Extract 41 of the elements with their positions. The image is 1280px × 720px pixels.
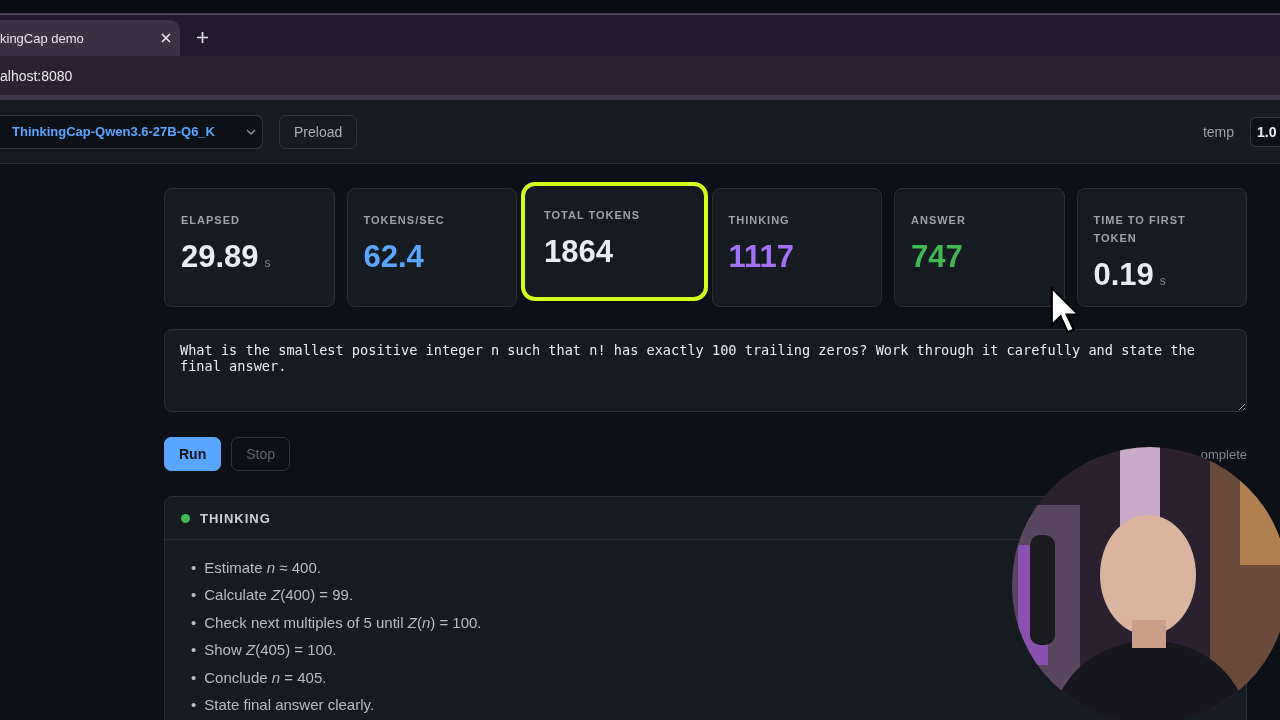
run-button[interactable]: Run xyxy=(164,437,222,471)
thinking-step: Check next multiples of 5 until Z(n) = 100. xyxy=(204,608,482,637)
temp-field[interactable]: 1.0 xyxy=(1250,116,1280,147)
plus-icon[interactable] xyxy=(196,31,209,44)
close-icon[interactable] xyxy=(160,32,172,44)
stat-label: TIME TO FIRST TOKEN xyxy=(1093,213,1187,246)
chevron-icon xyxy=(246,128,256,135)
unit-label: s xyxy=(1159,274,1166,288)
prompt-field[interactable]: What is the smallest positive integer n such that n! has exactly 100 trailing zeros? Work through it carefully and state the final answer. xyxy=(164,329,1247,412)
stat-value: 62.4 xyxy=(363,239,424,275)
model-select[interactable]: ThinkingCap-Qwen3.6-27B-Q6_K xyxy=(0,114,263,149)
bullet: • xyxy=(191,667,197,688)
bullet: • xyxy=(191,585,197,606)
unit-label: s xyxy=(264,256,271,270)
stat-value: 0.19 xyxy=(1093,257,1154,293)
thinking-step: Show Z(405) = 100. xyxy=(204,636,337,664)
browser-tab[interactable]: kingCap demo xyxy=(0,20,180,56)
stat-value: 1117 xyxy=(728,239,795,275)
stat-value: 1864 xyxy=(544,234,613,270)
bullet: • xyxy=(191,640,197,661)
preload-button[interactable]: Preload xyxy=(279,114,358,149)
thinking-step: Conclude n = 405. xyxy=(204,663,327,692)
thinking-step: Estimate n ≈ 400. xyxy=(204,554,321,582)
bullet: • xyxy=(191,558,197,578)
cursor-icon xyxy=(1050,286,1080,336)
address-field[interactable]: alhost:8080 xyxy=(0,67,73,84)
stat-label: THINKING xyxy=(728,213,791,228)
stat-label: ANSWER xyxy=(911,213,967,228)
panel-title: THINKING xyxy=(200,510,271,526)
stat-label: TOKENS/SEC xyxy=(363,213,446,228)
stat-label: TOTAL TOKENS xyxy=(544,208,642,223)
temp-label: temp xyxy=(1202,123,1234,140)
status-text: omplete xyxy=(1200,446,1247,462)
tab-title: kingCap demo xyxy=(0,30,84,46)
thinking-step: State final answer clearly. xyxy=(204,691,375,719)
bullet: • xyxy=(191,612,197,633)
stat-value: 29.89 xyxy=(181,239,259,275)
stat-value: 747 xyxy=(911,239,963,275)
bullet: • xyxy=(191,695,197,716)
stat-label: ELAPSED xyxy=(181,213,241,228)
thinking-step: Calculate Z(400) = 99. xyxy=(204,581,354,609)
